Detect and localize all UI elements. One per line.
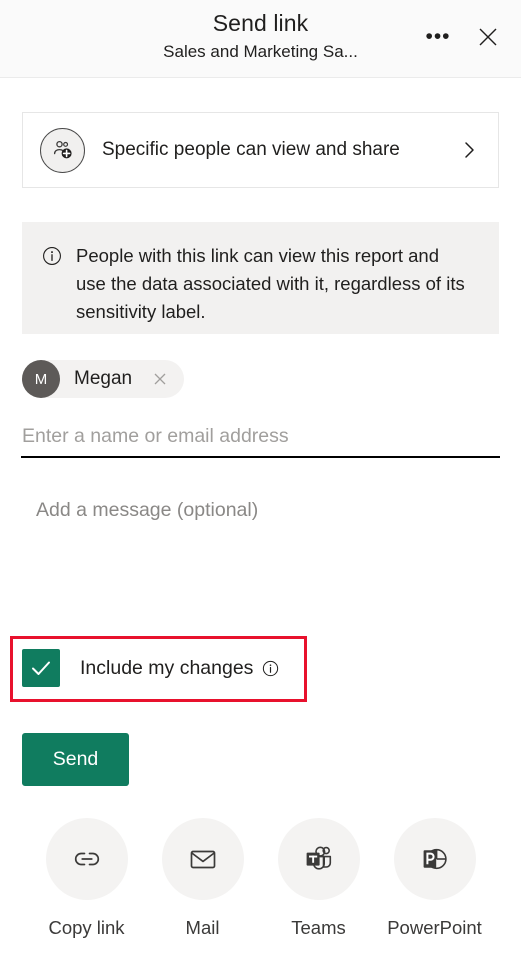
more-options-button[interactable]: ••• <box>419 18 457 56</box>
mail-envelope-icon <box>190 850 215 869</box>
sensitivity-info-text: People with this link can view this repo… <box>76 245 465 322</box>
powerpoint-label: PowerPoint <box>387 917 482 938</box>
mail-label: Mail <box>185 917 220 938</box>
send-button[interactable]: Send <box>22 733 129 786</box>
sensitivity-info-banner: People with this link can view this repo… <box>22 222 499 334</box>
include-changes-info-button[interactable] <box>262 660 279 677</box>
powerpoint-icon-wrapper <box>393 818 476 900</box>
avatar: M <box>22 360 60 398</box>
copy-link-action[interactable]: Copy link <box>45 818 128 939</box>
info-circle-icon <box>263 660 279 676</box>
remove-recipient-button[interactable] <box>148 367 172 391</box>
mail-action[interactable]: Mail <box>161 818 244 939</box>
permission-settings-button[interactable]: Specific people can view and share <box>22 112 499 188</box>
people-add-icon <box>53 140 72 159</box>
info-circle-icon-wrapper <box>42 246 62 334</box>
send-link-dialog: Send link Sales and Marketing Sa... ••• <box>0 0 521 970</box>
close-icon <box>154 373 166 385</box>
checkmark-icon <box>32 661 50 675</box>
recipient-chip[interactable]: M Megan <box>22 360 185 398</box>
copy-link-label: Copy link <box>48 917 125 938</box>
include-changes-label: Include my changes <box>80 656 254 679</box>
share-actions-row: Copy link Mail Teams PowerPoint <box>0 818 521 939</box>
chevron-right-icon <box>465 142 474 158</box>
message-input[interactable] <box>36 496 496 606</box>
ellipsis-icon: ••• <box>425 25 451 48</box>
link-icon <box>74 852 99 866</box>
copy-link-icon-wrapper <box>45 818 128 900</box>
powerpoint-action[interactable]: PowerPoint <box>387 818 482 939</box>
dialog-header: Send link Sales and Marketing Sa... ••• <box>0 0 521 78</box>
microsoft-powerpoint-icon <box>423 848 447 870</box>
permission-label: Specific people can view and share <box>102 139 400 160</box>
close-icon <box>479 28 497 46</box>
include-changes-checkbox[interactable] <box>22 649 60 687</box>
teams-icon-wrapper <box>277 818 360 900</box>
include-changes-row[interactable]: Include my changes <box>22 649 279 687</box>
recipient-input-underline <box>21 456 500 458</box>
people-add-icon-wrapper <box>40 127 85 173</box>
close-button[interactable] <box>469 18 507 56</box>
recipient-name: Megan <box>74 368 133 389</box>
teams-label: Teams <box>291 917 346 938</box>
chevron-right-icon-wrapper <box>464 140 476 160</box>
microsoft-teams-icon <box>306 846 331 870</box>
mail-icon-wrapper <box>161 818 244 900</box>
info-circle-icon <box>43 247 61 265</box>
teams-action[interactable]: Teams <box>277 818 360 939</box>
recipient-input[interactable] <box>22 416 500 456</box>
